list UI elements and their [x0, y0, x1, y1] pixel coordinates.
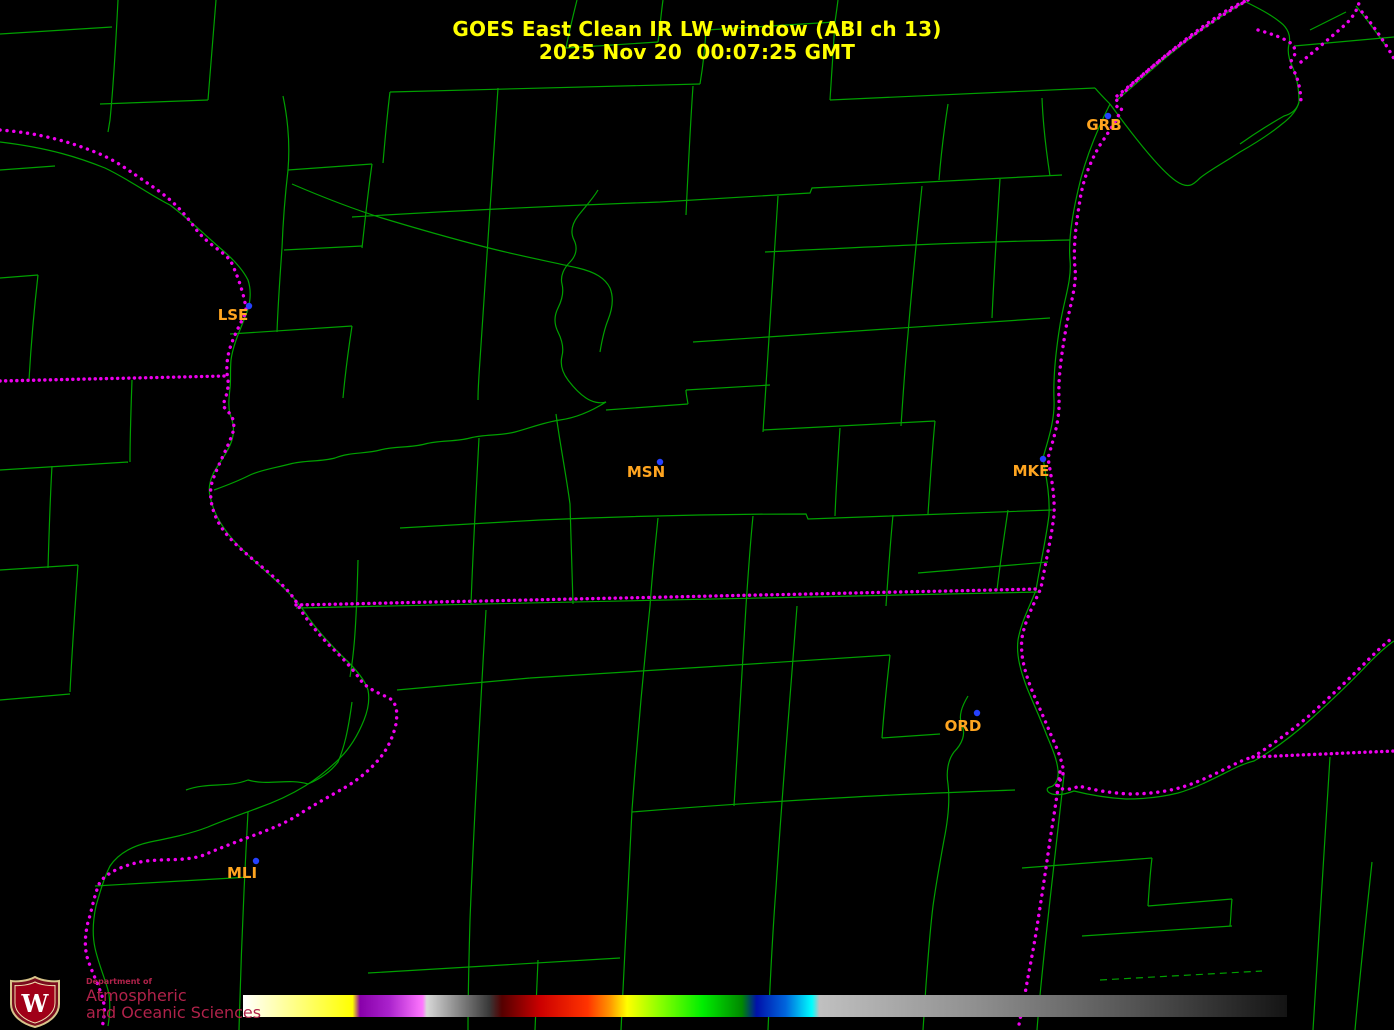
in-mi-border: [1251, 749, 1394, 759]
map-canvas: [0, 0, 1394, 1030]
aos-logo: W Department of Atmospheric and Oceanic …: [8, 976, 261, 1028]
mississippi-river-line: [0, 141, 370, 1027]
station-label-lse: LSE: [217, 306, 249, 324]
station-label-grb: GRB: [1086, 116, 1122, 134]
mississippi-river-border: [0, 128, 399, 1030]
door-peninsula-border: [1256, 28, 1303, 106]
aos-logo-text: Department of Atmospheric and Oceanic Sc…: [86, 976, 261, 1022]
uw-crest-icon: W: [10, 976, 60, 1028]
wi-il-border: [294, 587, 1042, 607]
county-lines: [0, 0, 1394, 1030]
il-in-border: [1016, 770, 1062, 1030]
station-label-msn: MSN: [626, 463, 666, 481]
logo-line-2: and Oceanic Sciences: [86, 1003, 262, 1023]
michigan-shore-border: [1251, 635, 1394, 759]
svg-text:W: W: [21, 989, 50, 1018]
station-label-mke: MKE: [1012, 462, 1050, 480]
station-marker-ord: [973, 709, 981, 717]
wisconsin-river-line: [554, 189, 607, 404]
station-label-ord: ORD: [944, 717, 982, 735]
peninsula-tip-border: [1299, 1, 1361, 64]
lake-michigan-shoreline: [1019, 0, 1255, 796]
logo-dept-line: Department of: [86, 977, 153, 986]
mn-ia-border: [0, 374, 227, 383]
colorbar: [243, 995, 1287, 1017]
satellite-image-viewer: GOES East Clean IR LW window (ABI ch 13)…: [0, 0, 1394, 1030]
station-markers: [245, 112, 1112, 865]
lower-wisconsin-river-line: [213, 401, 607, 491]
station-label-mli: MLI: [226, 864, 258, 882]
lakeshore-line: [1016, 101, 1394, 800]
